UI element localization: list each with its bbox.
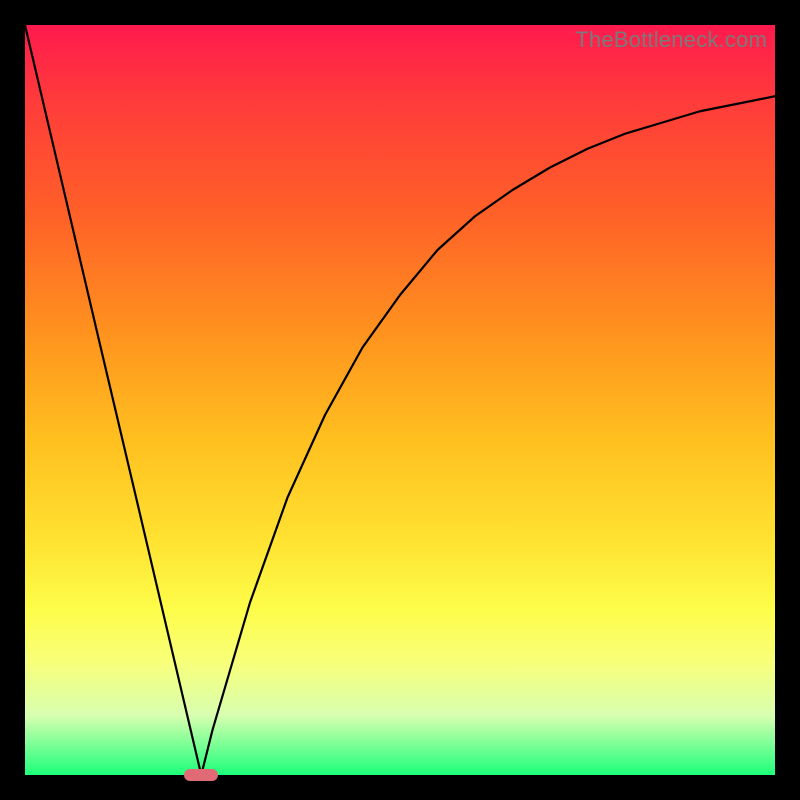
plot-area: TheBottleneck.com — [25, 25, 775, 775]
curve-svg — [25, 25, 775, 775]
chart-frame: TheBottleneck.com — [0, 0, 800, 800]
bottleneck-curve — [25, 25, 775, 775]
minimum-marker — [184, 769, 218, 781]
